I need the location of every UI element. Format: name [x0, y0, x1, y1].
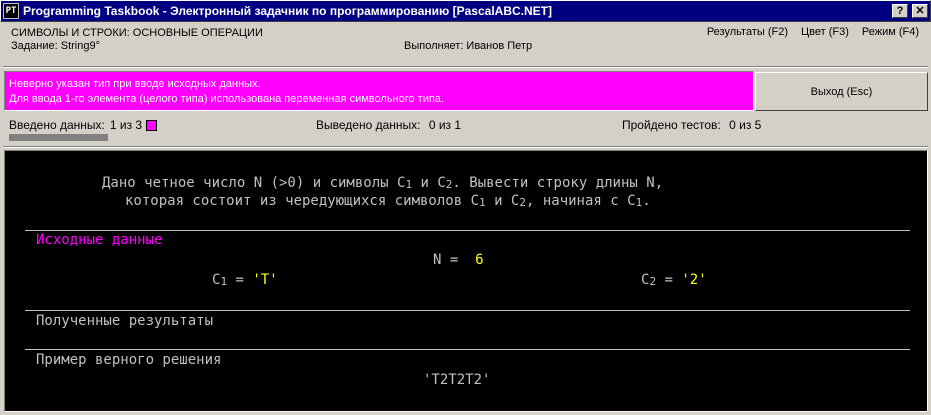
- output-status-label: Выведено данных:: [316, 118, 421, 132]
- tests-status-value: 0 из 5: [729, 118, 762, 132]
- task-console: Дано четное число N (>0) и символы C1 и …: [4, 150, 928, 412]
- error-line-2: Для ввода 1-го элемента (целого типа) ис…: [9, 93, 444, 105]
- input-status: Введено данных: 1 из 3: [9, 118, 158, 132]
- c2-value: '2': [681, 272, 707, 288]
- input-error-indicator: [146, 119, 158, 131]
- mode-menu-item[interactable]: Режим (F4): [862, 26, 919, 38]
- error-panel: Неверно указан тип при вводе исходных да…: [4, 71, 754, 111]
- n-input-row: N = 6: [433, 252, 484, 268]
- student-name: Выполняет: Иванов Петр: [404, 40, 533, 52]
- output-status: Выведено данных: 0 из 1: [316, 118, 461, 132]
- results-header: Полученные результаты: [36, 313, 214, 329]
- example-header: Пример верного решения: [36, 352, 222, 368]
- task-group: СИМВОЛЫ И СТРОКИ: ОСНОВНЫЕ ОПЕРАЦИИ: [11, 27, 263, 39]
- results-menu-item[interactable]: Результаты (F2): [707, 26, 788, 38]
- window-title: Programming Taskbook - Электронный задач…: [23, 4, 552, 18]
- output-status-value: 0 из 1: [428, 118, 462, 132]
- close-button[interactable]: ✕: [912, 4, 928, 18]
- tests-status: Пройдено тестов: 0 из 5: [622, 118, 761, 132]
- task-header: СИМВОЛЫ И СТРОКИ: ОСНОВНЫЕ ОПЕРАЦИИ Зада…: [0, 22, 931, 70]
- app-icon: PT: [3, 3, 19, 19]
- section-divider: [25, 310, 910, 311]
- status-divider: [3, 146, 928, 148]
- header-divider: [3, 66, 928, 68]
- input-status-label: Введено данных:: [9, 118, 105, 132]
- description-line-1: Дано четное число N (>0) и символы C1 и …: [102, 175, 664, 191]
- exit-button[interactable]: Выход (Esc): [755, 72, 928, 111]
- header-menu: Результаты (F2) Цвет (F3) Режим (F4): [707, 26, 919, 38]
- c1-value: 'T': [252, 272, 278, 288]
- c1-input-row: C1 = 'T': [212, 272, 278, 288]
- progress-bar: [9, 134, 108, 141]
- input-status-value: 1 из 3: [109, 118, 143, 132]
- input-data-header: Исходные данные: [36, 232, 163, 248]
- section-divider: [25, 230, 910, 231]
- color-menu-item[interactable]: Цвет (F3): [801, 26, 849, 38]
- title-bar: PT Programming Taskbook - Электронный за…: [0, 0, 931, 22]
- help-button[interactable]: ?: [892, 4, 908, 18]
- task-name: Задание: String9°: [11, 40, 100, 52]
- description-line-2: которая состоит из чередующихся символов…: [125, 193, 651, 209]
- c2-input-row: C2 = '2': [641, 272, 707, 288]
- status-bar: Введено данных: 1 из 3 Выведено данных: …: [0, 114, 931, 148]
- tests-status-label: Пройдено тестов:: [622, 118, 721, 132]
- example-value: 'T2T2T2': [423, 372, 491, 388]
- error-line-1: Неверно указан тип при вводе исходных да…: [9, 78, 261, 90]
- section-divider: [25, 349, 910, 350]
- n-value: 6: [475, 252, 484, 268]
